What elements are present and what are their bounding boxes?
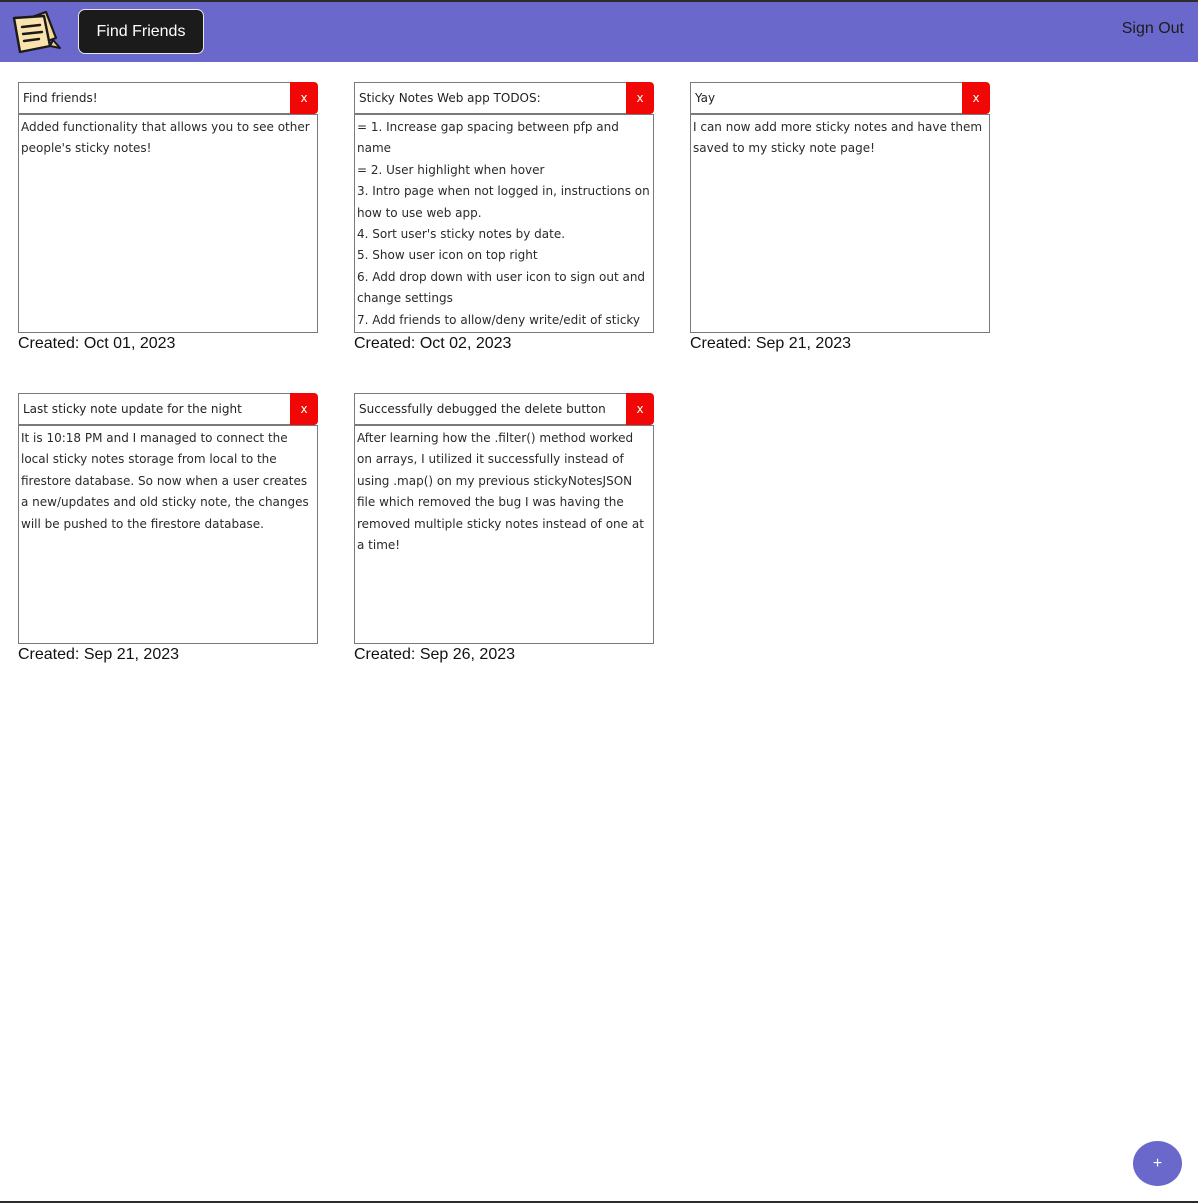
note-body-textarea[interactable]: It is 10:18 PM and I managed to connect … bbox=[18, 425, 318, 644]
note-header: x bbox=[354, 82, 654, 114]
note-title-input[interactable] bbox=[354, 82, 626, 114]
sign-out-link[interactable]: Sign Out bbox=[1122, 20, 1184, 38]
note-title-input[interactable] bbox=[354, 393, 626, 425]
note-created-date: Created: Sep 21, 2023 bbox=[18, 646, 180, 663]
note-created-date: Created: Sep 26, 2023 bbox=[354, 646, 516, 663]
delete-note-button[interactable]: x bbox=[290, 82, 318, 114]
note-body-textarea[interactable]: I can now add more sticky notes and have… bbox=[690, 114, 990, 333]
note-title-input[interactable] bbox=[18, 393, 290, 425]
delete-note-button[interactable]: x bbox=[290, 393, 318, 425]
note-header: x bbox=[354, 393, 654, 425]
note-created-date: Created: Sep 21, 2023 bbox=[690, 335, 852, 352]
delete-note-button[interactable]: x bbox=[962, 82, 990, 114]
sticky-note: x I can now add more sticky notes and ha… bbox=[690, 82, 990, 353]
note-created-date: Created: Oct 02, 2023 bbox=[354, 335, 512, 352]
note-body-textarea[interactable]: Added functionality that allows you to s… bbox=[18, 114, 318, 333]
find-friends-button[interactable]: Find Friends bbox=[78, 9, 204, 54]
add-note-button[interactable]: + bbox=[1133, 1141, 1182, 1186]
sticky-note: x Added functionality that allows you to… bbox=[18, 82, 318, 353]
note-title-input[interactable] bbox=[690, 82, 962, 114]
navbar: Find Friends Sign Out bbox=[0, 2, 1198, 62]
note-body-textarea[interactable]: After learning how the .filter() method … bbox=[354, 425, 654, 644]
note-header: x bbox=[18, 82, 318, 114]
note-header: x bbox=[690, 82, 990, 114]
delete-note-button[interactable]: x bbox=[626, 393, 654, 425]
note-body-textarea[interactable]: = 1. Increase gap spacing between pfp an… bbox=[354, 114, 654, 333]
sticky-note: x = 1. Increase gap spacing between pfp … bbox=[354, 82, 654, 353]
note-header: x bbox=[18, 393, 318, 425]
delete-note-button[interactable]: x bbox=[626, 82, 654, 114]
note-title-input[interactable] bbox=[18, 82, 290, 114]
note-created-date: Created: Oct 01, 2023 bbox=[18, 335, 176, 352]
sticky-notes-logo-icon[interactable] bbox=[10, 8, 66, 58]
sticky-note: x After learning how the .filter() metho… bbox=[354, 393, 654, 664]
sticky-note: x It is 10:18 PM and I managed to connec… bbox=[18, 393, 318, 664]
